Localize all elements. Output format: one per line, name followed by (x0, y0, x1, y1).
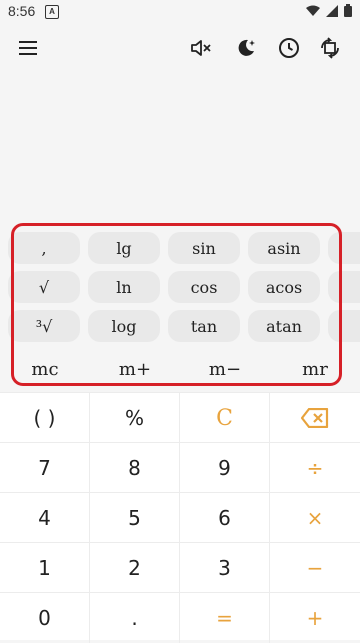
divide-button[interactable]: ÷ (270, 443, 360, 493)
memory-subtract-button[interactable]: m− (180, 346, 270, 392)
sci-key-sin[interactable]: sin (168, 232, 240, 264)
backspace-icon (301, 408, 329, 428)
digit-9-button[interactable]: 9 (180, 443, 270, 493)
sci-key-ln[interactable]: ln (88, 271, 160, 303)
keypad-row-2: 7 8 9 ÷ (0, 442, 360, 493)
sound-off-icon[interactable] (189, 36, 213, 60)
sci-row-3: ³√ log tan atan (0, 307, 360, 345)
sci-key-lg[interactable]: lg (88, 232, 160, 264)
digit-6-button[interactable]: 6 (180, 493, 270, 543)
dark-mode-icon[interactable] (234, 36, 258, 60)
keypad: ( ) % C 7 8 9 ÷ 4 5 6 × 1 2 3 − 0 . = + (0, 392, 360, 643)
sci-row-1: , lg sin asin (0, 229, 360, 267)
sci-key-partial[interactable] (328, 271, 360, 303)
digit-7-button[interactable]: 7 (0, 443, 90, 493)
sci-key-sqrt[interactable]: √ (8, 271, 80, 303)
parentheses-button[interactable]: ( ) (0, 393, 90, 443)
memory-row: mc m+ m− mr (0, 346, 360, 392)
digit-8-button[interactable]: 8 (90, 443, 180, 493)
keypad-row-1: ( ) % C (0, 392, 360, 443)
memory-clear-button[interactable]: mc (0, 346, 90, 392)
status-bar: 8:56 A (0, 0, 360, 24)
multiply-button[interactable]: × (270, 493, 360, 543)
sci-key-partial[interactable] (328, 310, 360, 342)
toolbar (0, 24, 360, 72)
equals-button[interactable]: = (180, 593, 270, 643)
keypad-row-5: 0 . = + (0, 592, 360, 643)
calculator-display (0, 72, 360, 222)
menu-icon[interactable] (16, 36, 40, 60)
history-clock-icon[interactable] (277, 36, 301, 60)
cell-signal-icon (326, 4, 338, 17)
digit-2-button[interactable]: 2 (90, 543, 180, 593)
sci-key-cos[interactable]: cos (168, 271, 240, 303)
clear-button[interactable]: C (180, 393, 270, 443)
sci-row-2: √ ln cos acos (0, 268, 360, 306)
battery-icon (344, 4, 352, 17)
sci-key-tan[interactable]: tan (168, 310, 240, 342)
scientific-panel: , lg sin asin √ ln cos acos ³√ log tan a… (0, 222, 360, 392)
sci-key-partial[interactable] (328, 232, 360, 264)
plus-button[interactable]: + (270, 593, 360, 643)
screen-rotate-icon[interactable] (318, 36, 342, 60)
keypad-row-3: 4 5 6 × (0, 492, 360, 543)
sci-key-atan[interactable]: atan (248, 310, 320, 342)
decimal-point-button[interactable]: . (90, 593, 180, 643)
digit-0-button[interactable]: 0 (0, 593, 90, 643)
keypad-row-4: 1 2 3 − (0, 542, 360, 593)
digit-1-button[interactable]: 1 (0, 543, 90, 593)
sci-key-cbrt[interactable]: ³√ (8, 310, 80, 342)
percent-button[interactable]: % (90, 393, 180, 443)
digit-5-button[interactable]: 5 (90, 493, 180, 543)
notification-a-icon: A (45, 5, 59, 19)
sci-key-asin[interactable]: asin (248, 232, 320, 264)
minus-button[interactable]: − (270, 543, 360, 593)
digit-3-button[interactable]: 3 (180, 543, 270, 593)
status-time: 8:56 (8, 3, 36, 19)
sci-key-acos[interactable]: acos (248, 271, 320, 303)
digit-4-button[interactable]: 4 (0, 493, 90, 543)
wifi-icon (306, 5, 320, 16)
memory-add-button[interactable]: m+ (90, 346, 180, 392)
memory-recall-button[interactable]: mr (270, 346, 360, 392)
sci-key-log[interactable]: log (88, 310, 160, 342)
backspace-button[interactable] (270, 393, 360, 443)
sci-key-comma[interactable]: , (8, 232, 80, 264)
